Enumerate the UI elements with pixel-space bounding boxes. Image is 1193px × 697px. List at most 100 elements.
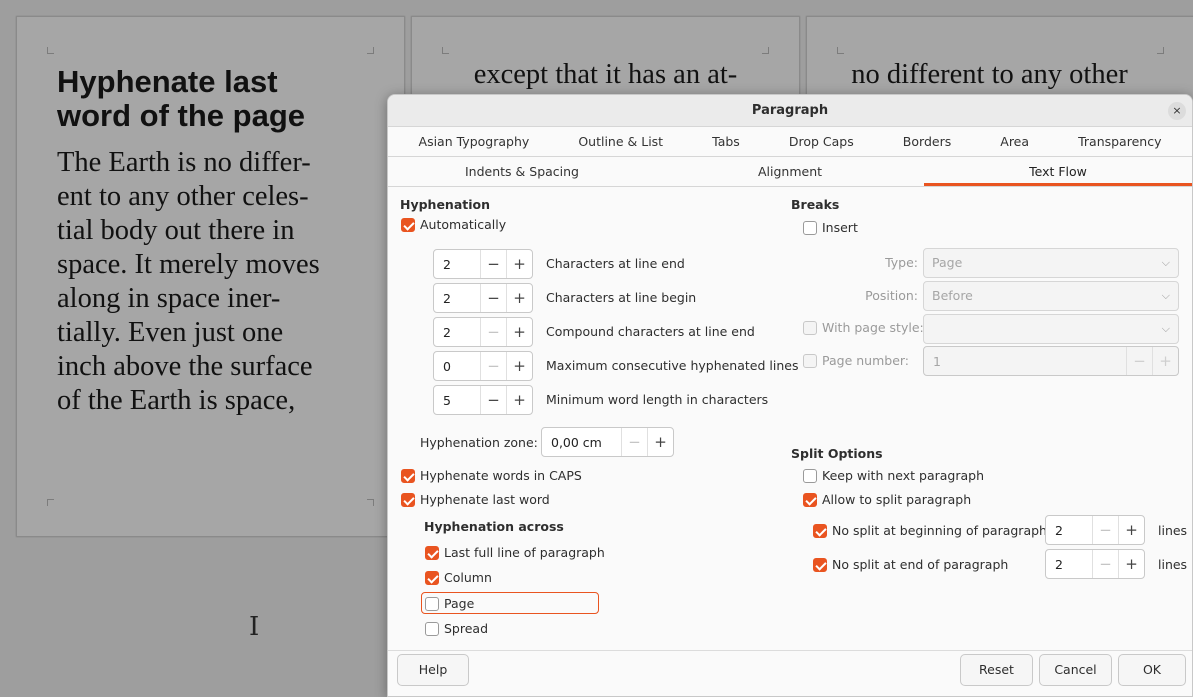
- dropdown-value: Before: [932, 288, 973, 303]
- tab-alignment[interactable]: Alignment: [656, 157, 924, 186]
- checkbox-box[interactable]: [813, 557, 827, 572]
- hyphenate-last-word-checkbox[interactable]: Hyphenate last word: [401, 492, 550, 507]
- reset-button[interactable]: Reset: [960, 654, 1033, 686]
- paragraph-dialog: Paragraph × Asian Typography Outline & L…: [387, 94, 1193, 697]
- page-number-checkbox[interactable]: Page number:: [803, 353, 909, 368]
- minus-icon[interactable]: −: [480, 250, 506, 278]
- spinner-value[interactable]: 2: [434, 291, 480, 306]
- spinner-value[interactable]: 2: [434, 257, 480, 272]
- spinner-value[interactable]: 1: [924, 354, 1126, 369]
- spinner-value[interactable]: 0,00 cm: [542, 435, 621, 450]
- checkbox-box[interactable]: [803, 320, 817, 335]
- minus-icon[interactable]: −: [1126, 347, 1152, 375]
- minus-icon[interactable]: −: [621, 428, 647, 456]
- dialog-titlebar[interactable]: Paragraph ×: [388, 95, 1192, 127]
- page-number-spinner[interactable]: 1 − +: [923, 346, 1179, 376]
- checkbox-label: Keep with next paragraph: [822, 468, 985, 483]
- plus-icon[interactable]: +: [506, 318, 532, 346]
- page-corner-mark: [837, 47, 844, 54]
- no-split-end-spinner[interactable]: 2 − +: [1045, 549, 1145, 579]
- checkbox-box[interactable]: [803, 220, 817, 235]
- tab-drop-caps[interactable]: Drop Caps: [764, 127, 878, 156]
- checkbox-box[interactable]: [401, 492, 415, 507]
- hyphenation-zone-spinner[interactable]: 0,00 cm − +: [541, 427, 674, 457]
- tab-indents-spacing[interactable]: Indents & Spacing: [388, 157, 656, 186]
- max-consecutive-label: Maximum consecutive hyphenated lines: [546, 358, 799, 373]
- break-position-label: Position:: [865, 288, 918, 303]
- spinner-value[interactable]: 5: [434, 393, 480, 408]
- checkbox-box[interactable]: [803, 353, 817, 368]
- page-corner-mark: [47, 47, 54, 54]
- tab-text-flow[interactable]: Text Flow: [924, 157, 1192, 186]
- with-page-style-checkbox[interactable]: With page style:: [803, 320, 924, 335]
- minus-icon[interactable]: −: [480, 318, 506, 346]
- chars-line-end-spinner[interactable]: 2 − +: [433, 249, 533, 279]
- hyphenate-caps-checkbox[interactable]: Hyphenate words in CAPS: [401, 468, 582, 483]
- minus-icon[interactable]: −: [480, 352, 506, 380]
- page-body-text[interactable]: The Earth is no differ- ent to any other…: [57, 146, 387, 418]
- minus-icon[interactable]: −: [1092, 516, 1118, 544]
- checkbox-label: Hyphenate words in CAPS: [420, 468, 582, 483]
- body-line: tial body out there in: [57, 215, 295, 246]
- keep-with-next-checkbox[interactable]: Keep with next paragraph: [803, 468, 984, 483]
- checkbox-box[interactable]: [425, 621, 439, 636]
- body-line: space. It merely moves: [57, 249, 320, 280]
- checkbox-box[interactable]: [401, 468, 415, 483]
- page-heading[interactable]: Hyphenate last word of the page: [57, 65, 387, 133]
- help-button[interactable]: Help: [397, 654, 469, 686]
- spinner-value[interactable]: 2: [1046, 523, 1092, 538]
- across-spread-checkbox[interactable]: Spread: [425, 621, 488, 636]
- tab-transparency[interactable]: Transparency: [1054, 127, 1186, 156]
- automatically-checkbox[interactable]: Automatically: [401, 217, 506, 232]
- no-split-beginning-checkbox[interactable]: No split at beginning of paragraph: [813, 523, 1047, 538]
- cancel-button[interactable]: Cancel: [1039, 654, 1112, 686]
- minus-icon[interactable]: −: [480, 386, 506, 414]
- plus-icon[interactable]: +: [506, 250, 532, 278]
- close-icon[interactable]: ×: [1168, 102, 1186, 120]
- no-split-beginning-spinner[interactable]: 2 − +: [1045, 515, 1145, 545]
- spinner-value[interactable]: 2: [434, 325, 480, 340]
- plus-icon[interactable]: +: [647, 428, 673, 456]
- insert-break-checkbox[interactable]: Insert: [803, 220, 858, 235]
- spinner-value[interactable]: 0: [434, 359, 480, 374]
- plus-icon[interactable]: +: [1118, 516, 1144, 544]
- break-type-dropdown[interactable]: Page ⌵: [923, 248, 1179, 278]
- plus-icon[interactable]: +: [506, 284, 532, 312]
- compound-chars-spinner[interactable]: 2 − +: [433, 317, 533, 347]
- page-style-dropdown[interactable]: ⌵: [923, 314, 1179, 344]
- tab-asian-typography[interactable]: Asian Typography: [394, 127, 554, 156]
- plus-icon[interactable]: +: [506, 352, 532, 380]
- no-split-end-checkbox[interactable]: No split at end of paragraph: [813, 557, 1008, 572]
- tab-borders[interactable]: Borders: [878, 127, 975, 156]
- checkbox-box[interactable]: [803, 492, 817, 507]
- ok-button[interactable]: OK: [1118, 654, 1186, 686]
- tab-area[interactable]: Area: [976, 127, 1054, 156]
- checkbox-box[interactable]: [401, 217, 415, 232]
- tab-tabs[interactable]: Tabs: [688, 127, 765, 156]
- checkbox-box[interactable]: [813, 523, 827, 538]
- break-position-dropdown[interactable]: Before ⌵: [923, 281, 1179, 311]
- compound-chars-label: Compound characters at line end: [546, 324, 755, 339]
- split-options-title: Split Options: [791, 446, 883, 461]
- body-line: of the Earth is space,: [57, 385, 296, 416]
- checkbox-box[interactable]: [803, 468, 817, 483]
- checkbox-box[interactable]: [425, 545, 439, 560]
- checkbox-label: Allow to split paragraph: [822, 492, 972, 507]
- lines-unit-label: lines: [1158, 557, 1188, 572]
- chars-line-begin-spinner[interactable]: 2 − +: [433, 283, 533, 313]
- minus-icon[interactable]: −: [480, 284, 506, 312]
- across-column-checkbox[interactable]: Column: [425, 570, 492, 585]
- checkbox-box[interactable]: [425, 570, 439, 585]
- max-consecutive-spinner[interactable]: 0 − +: [433, 351, 533, 381]
- plus-icon[interactable]: +: [1118, 550, 1144, 578]
- min-word-length-spinner[interactable]: 5 − +: [433, 385, 533, 415]
- allow-split-checkbox[interactable]: Allow to split paragraph: [803, 492, 971, 507]
- document-page-1[interactable]: Hyphenate last word of the page The Eart…: [16, 16, 405, 537]
- minus-icon[interactable]: −: [1092, 550, 1118, 578]
- spinner-value[interactable]: 2: [1046, 557, 1092, 572]
- plus-icon[interactable]: +: [1152, 347, 1178, 375]
- across-last-full-line-checkbox[interactable]: Last full line of paragraph: [425, 545, 605, 560]
- plus-icon[interactable]: +: [506, 386, 532, 414]
- page-corner-mark: [367, 499, 374, 506]
- tab-outline-list[interactable]: Outline & List: [554, 127, 688, 156]
